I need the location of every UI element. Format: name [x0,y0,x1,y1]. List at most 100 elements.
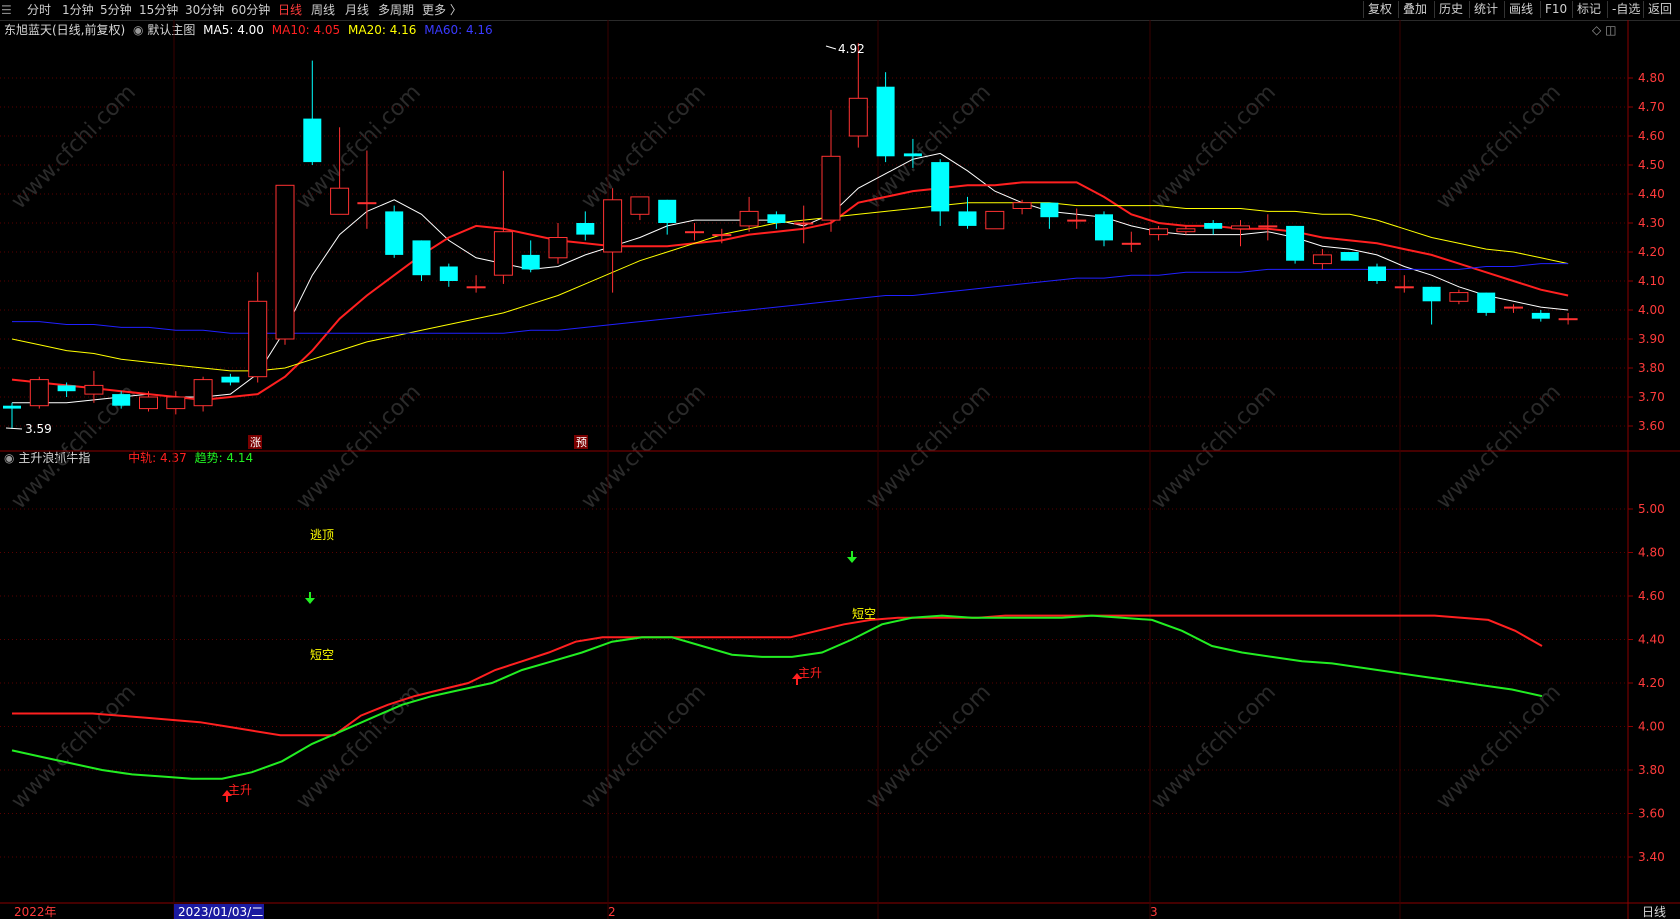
sub-tick-label: 5.00 [1638,502,1665,516]
sub-tick-label: 4.40 [1638,633,1665,647]
indicator-line-qushi [11,614,1543,780]
watermark-text: www.cfchi.com [1432,680,1566,814]
candle-body-down [385,211,404,255]
candle-body-up [357,202,377,205]
main-tick-label: 4.50 [1638,158,1665,172]
main-tick-label: 3.90 [1638,332,1665,346]
duankong-label-1: 短空 [310,648,334,662]
sub-tick-label: 3.40 [1638,850,1665,864]
candle-body-up [1012,202,1032,209]
sub-tick-label: 3.60 [1638,807,1665,821]
main-tick-label: 3.80 [1638,361,1665,375]
low-price-label: 3.59 [25,422,52,436]
candle-body-up [685,231,704,234]
high-price-label: 4.92 [838,42,865,56]
ma-lines-layer [11,152,1569,404]
year-label: 2022年 [14,905,57,919]
watermark-text: www.cfchi.com [577,380,711,514]
ma-line-ma5 [12,152,1569,404]
candle-body-down [958,211,977,226]
candle-body-down [1095,214,1113,241]
candle-body-down [931,162,950,212]
indicator-lines-layer [11,614,1543,780]
main-tick-label: 4.60 [1638,129,1665,143]
candle-body-up [193,379,213,407]
ma-line-ma20 [11,202,1569,372]
yu-marker: 预 [576,436,587,449]
candle-body-down [903,153,922,157]
candle-body-down [767,214,786,223]
watermark-text: www.cfchi.com [1432,80,1566,214]
watermark-text: www.cfchi.com [577,680,711,814]
candle-body-up [29,379,49,407]
watermark-text: www.cfchi.com [862,680,996,814]
watermark-text: www.cfchi.com [862,380,996,514]
candle-body-down [1286,225,1305,261]
main-tick-label: 4.20 [1638,245,1665,259]
month-3-label: 3 [1150,905,1158,919]
candle-body-up [1504,306,1523,309]
candle-body-down [1204,223,1223,229]
watermark-text: www.cfchi.com [7,680,141,814]
candle-body-up [739,210,759,227]
candle-body-up [1176,228,1196,233]
taoding-label: 逃顶 [310,528,334,542]
candle-body-down [1340,252,1359,261]
main-tick-label: 3.60 [1638,419,1665,433]
candle-body-up [330,187,350,215]
candle-body-up [1231,225,1250,230]
main-tick-label: 4.00 [1638,303,1665,317]
candle-body-down [1422,286,1441,302]
candle-body-up [1067,219,1087,222]
zhusheng-label-1: 主升 [228,783,252,797]
candle-body-up [548,237,568,259]
time-axis: 2022年 2023/01/03/二 2 3 日线 [14,904,1666,919]
main-tick-label: 4.70 [1638,100,1665,114]
main-tick-label: 4.40 [1638,187,1665,201]
main-tick-label: 4.80 [1638,71,1665,85]
candle-body-up [821,155,841,221]
candle-body-down [876,86,895,157]
sub-tick-label: 4.60 [1638,589,1665,603]
main-tick-label: 4.10 [1638,274,1665,288]
watermark-text: www.cfchi.com [1147,380,1281,514]
candle-body-down [1368,266,1386,281]
candle-body-down [1531,312,1550,319]
period-label: 日线 [1642,905,1666,919]
candle-body-up [630,196,650,215]
candle-body-down [658,199,677,223]
candle-body-up [166,396,186,410]
down-arrow-icon [305,592,315,604]
watermark-text: www.cfchi.com [292,680,426,814]
candle-body-down [521,254,540,270]
candle-body-up [1149,228,1169,236]
sub-tick-label: 4.20 [1638,676,1665,690]
candle-body-up [1312,254,1332,265]
candle-body-down [112,394,131,406]
ma-line-ma10 [11,181,1569,401]
candle-body-up [139,396,158,410]
zhusheng-label-2: 主升 [798,666,822,680]
kline-chart[interactable]: www.cfchi.com www.cfchi.com www.cfchi.com w… [0,0,1680,919]
candle-body-up [1258,225,1278,228]
watermark-layer: www.cfchi.com www.cfchi.com www.cfchi.com w… [7,80,1566,814]
low-pointer [5,427,23,430]
candle-body-up [466,286,486,289]
candle-body-up [493,231,513,276]
candle-body-down [439,266,458,281]
sub-tick-label: 3.80 [1638,763,1665,777]
high-pointer [825,45,837,50]
candle-body-up [794,222,814,225]
candle-body-up [712,234,732,237]
sub-tick-label: 4.80 [1638,546,1665,560]
month-2-label: 2 [608,905,616,919]
indicator-line-zhonggui [12,614,1543,737]
zhang-marker: 涨 [250,436,261,449]
candle-body-up [248,300,268,378]
candle-body-down [412,240,431,276]
candle-body-down [221,376,240,383]
watermark-text: www.cfchi.com [292,380,426,514]
candle-body-up [848,97,868,137]
candle-body-up [1121,242,1141,245]
watermark-text: www.cfchi.com [1432,380,1566,514]
